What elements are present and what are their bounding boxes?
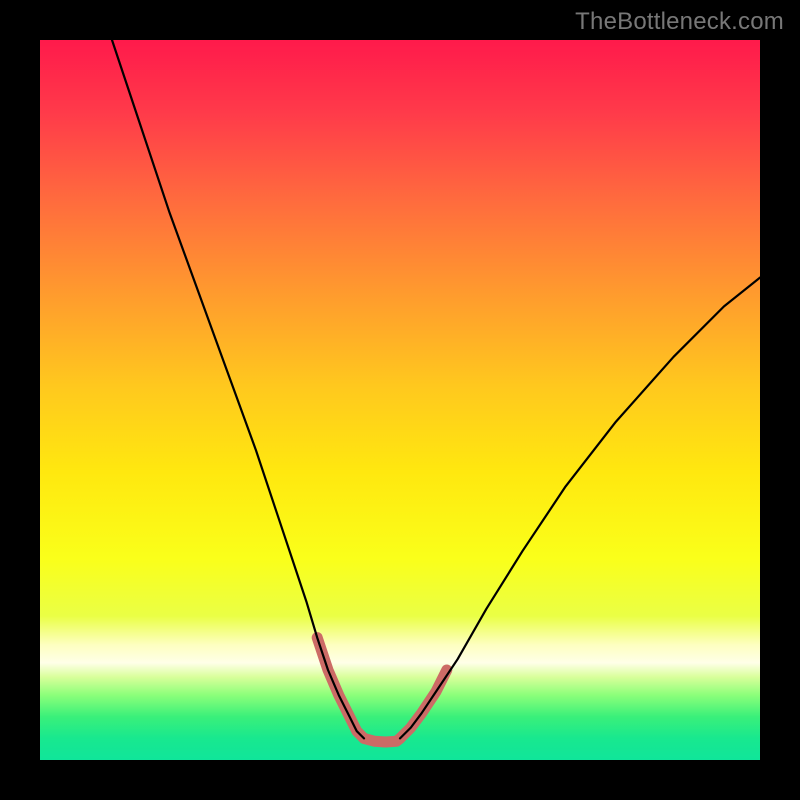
series-left-branch (112, 40, 364, 738)
series-right-branch (400, 278, 760, 739)
series-trough-marker-right (400, 670, 447, 738)
plot-area (40, 40, 760, 760)
chart-frame: TheBottleneck.com (0, 0, 800, 800)
watermark-text: TheBottleneck.com (575, 8, 784, 36)
series-trough-marker-left (317, 638, 364, 739)
curve-layer (40, 40, 760, 760)
